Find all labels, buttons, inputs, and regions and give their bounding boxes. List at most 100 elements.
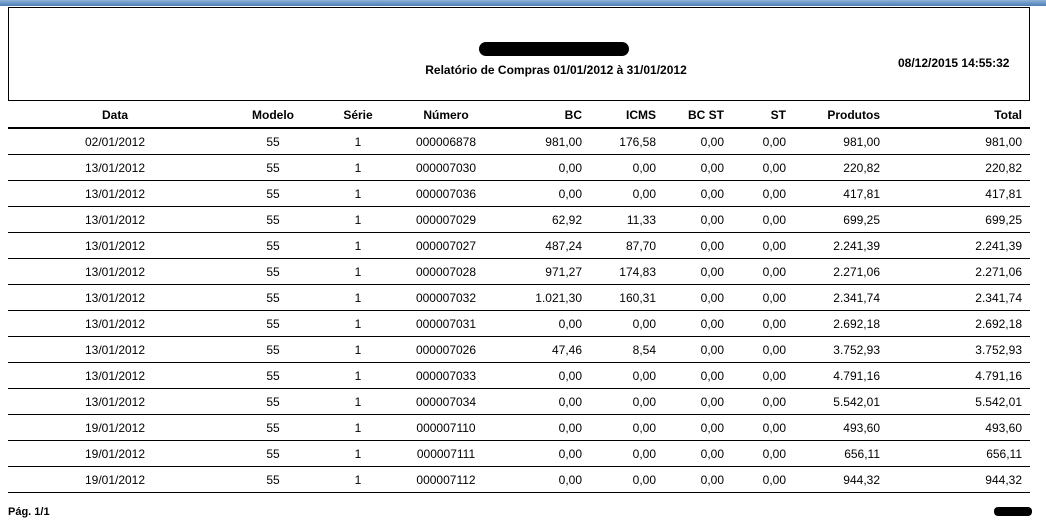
cell-icms: 0,00 — [590, 388, 664, 415]
cell-produtos: 944,32 — [794, 466, 888, 493]
cell-modelo: 55 — [222, 206, 324, 233]
cell-total: 656,11 — [888, 440, 1030, 467]
cell-bc: 0,00 — [500, 388, 590, 415]
cell-bc: 1.021,30 — [500, 284, 590, 311]
cell-bc: 0,00 — [500, 466, 590, 493]
table-row: 19/01/2012 55 1 000007112 0,00 0,00 0,00 0,00 94… — [8, 466, 1030, 493]
cell-serie: 1 — [324, 154, 392, 181]
cell-modelo: 55 — [222, 180, 324, 207]
cell-bc: 0,00 — [500, 414, 590, 441]
cell-data: 13/01/2012 — [8, 310, 222, 337]
cell-icms: 0,00 — [590, 414, 664, 441]
cell-st: 0,00 — [732, 440, 794, 467]
col-header-total: Total — [888, 103, 1030, 129]
purchases-table: Data Modelo Série Número BC ICMS BC ST S… — [8, 103, 1030, 493]
cell-bc: 47,46 — [500, 336, 590, 363]
cell-produtos: 5.542,01 — [794, 388, 888, 415]
cell-st: 0,00 — [732, 310, 794, 337]
cell-numero: 000007031 — [392, 310, 500, 337]
cell-bc-st: 0,00 — [664, 128, 732, 155]
cell-bc: 971,27 — [500, 258, 590, 285]
cell-numero: 000007034 — [392, 388, 500, 415]
cell-bc-st: 0,00 — [664, 154, 732, 181]
report-timestamp: 08/12/2015 14:55:32 — [898, 56, 1010, 70]
cell-st: 0,00 — [732, 180, 794, 207]
cell-numero: 000006878 — [392, 128, 500, 155]
cell-produtos: 2.341,74 — [794, 284, 888, 311]
cell-bc-st: 0,00 — [664, 362, 732, 389]
cell-serie: 1 — [324, 336, 392, 363]
cell-icms: 87,70 — [590, 232, 664, 259]
cell-total: 2.692,18 — [888, 310, 1030, 337]
cell-icms: 0,00 — [590, 180, 664, 207]
cell-modelo: 55 — [222, 440, 324, 467]
cell-total: 2.271,06 — [888, 258, 1030, 285]
cell-bc-st: 0,00 — [664, 388, 732, 415]
report-title: Relatório de Compras 01/01/2012 à 31/01/… — [425, 63, 687, 77]
table-row: 13/01/2012 55 1 000007036 0,00 0,00 0,00 0,00 41… — [8, 180, 1030, 207]
cell-bc-st: 0,00 — [664, 310, 732, 337]
cell-icms: 0,00 — [590, 310, 664, 337]
cell-total: 2.241,39 — [888, 232, 1030, 259]
cell-serie: 1 — [324, 232, 392, 259]
cell-serie: 1 — [324, 180, 392, 207]
cell-produtos: 699,25 — [794, 206, 888, 233]
cell-modelo: 55 — [222, 284, 324, 311]
cell-total: 699,25 — [888, 206, 1030, 233]
col-header-data: Data — [8, 103, 222, 129]
cell-data: 13/01/2012 — [8, 362, 222, 389]
table-row: 13/01/2012 55 1 000007034 0,00 0,00 0,00 0,00 5.… — [8, 388, 1030, 415]
cell-icms: 11,33 — [590, 206, 664, 233]
cell-st: 0,00 — [732, 388, 794, 415]
table-row: 13/01/2012 55 1 000007033 0,00 0,00 0,00 0,00 4.… — [8, 362, 1030, 389]
cell-produtos: 4.791,16 — [794, 362, 888, 389]
cell-st: 0,00 — [732, 128, 794, 155]
cell-numero: 000007112 — [392, 466, 500, 493]
cell-data: 13/01/2012 — [8, 336, 222, 363]
cell-serie: 1 — [324, 466, 392, 493]
cell-data: 02/01/2012 — [8, 128, 222, 155]
cell-modelo: 55 — [222, 310, 324, 337]
col-header-serie: Série — [324, 103, 392, 129]
cell-bc-st: 0,00 — [664, 440, 732, 467]
table-row: 19/01/2012 55 1 000007110 0,00 0,00 0,00 0,00 49… — [8, 414, 1030, 441]
cell-produtos: 2.692,18 — [794, 310, 888, 337]
cell-modelo: 55 — [222, 232, 324, 259]
cell-st: 0,00 — [732, 206, 794, 233]
page-number: Pág. 1/1 — [8, 506, 50, 518]
cell-bc: 0,00 — [500, 440, 590, 467]
user-name-redacted — [994, 507, 1032, 516]
window-top-bar — [0, 0, 1046, 6]
cell-data: 13/01/2012 — [8, 180, 222, 207]
cell-modelo: 55 — [222, 128, 324, 155]
cell-modelo: 55 — [222, 362, 324, 389]
cell-st: 0,00 — [732, 258, 794, 285]
cell-modelo: 55 — [222, 258, 324, 285]
cell-numero: 000007026 — [392, 336, 500, 363]
cell-numero: 000007029 — [392, 206, 500, 233]
cell-st: 0,00 — [732, 414, 794, 441]
cell-numero: 000007027 — [392, 232, 500, 259]
cell-bc: 0,00 — [500, 310, 590, 337]
cell-modelo: 55 — [222, 466, 324, 493]
cell-bc-st: 0,00 — [664, 206, 732, 233]
cell-data: 13/01/2012 — [8, 284, 222, 311]
cell-st: 0,00 — [732, 466, 794, 493]
cell-icms: 0,00 — [590, 466, 664, 493]
col-header-bc: BC — [500, 103, 590, 129]
cell-produtos: 2.241,39 — [794, 232, 888, 259]
cell-icms: 0,00 — [590, 362, 664, 389]
col-header-st: ST — [732, 103, 794, 129]
cell-total: 3.752,93 — [888, 336, 1030, 363]
cell-serie: 1 — [324, 310, 392, 337]
cell-produtos: 656,11 — [794, 440, 888, 467]
col-header-produtos: Produtos — [794, 103, 888, 129]
table-row: 02/01/2012 55 1 000006878 981,00 176,58 0,00 0,… — [8, 128, 1030, 155]
cell-data: 19/01/2012 — [8, 466, 222, 493]
col-header-icms: ICMS — [590, 103, 664, 129]
cell-bc: 0,00 — [500, 180, 590, 207]
cell-serie: 1 — [324, 206, 392, 233]
cell-produtos: 981,00 — [794, 128, 888, 155]
cell-produtos: 3.752,93 — [794, 336, 888, 363]
cell-data: 13/01/2012 — [8, 206, 222, 233]
